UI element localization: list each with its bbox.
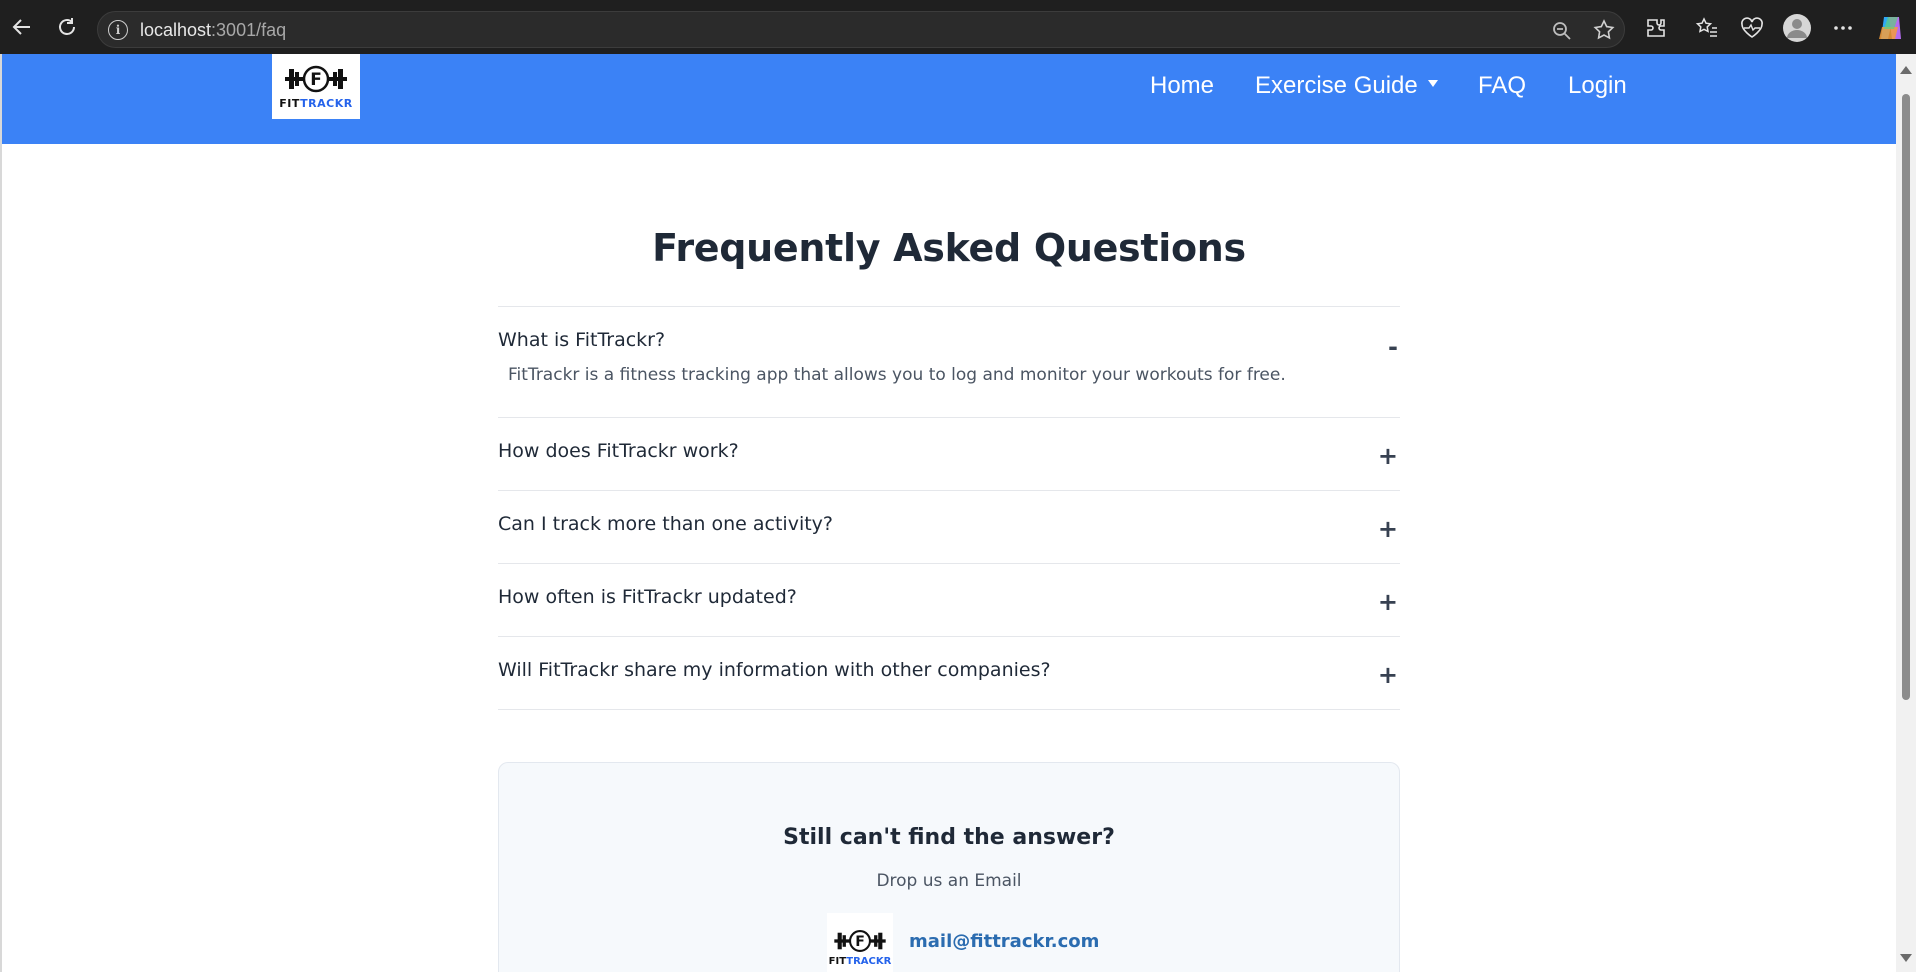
scroll-up-icon[interactable] [1900, 66, 1912, 74]
url-host: localhost [140, 20, 212, 40]
faq-question[interactable]: What is FitTrackr? [498, 307, 1400, 365]
logo-fit: FIT [279, 97, 301, 110]
logo-trackr: TRACKR [846, 955, 892, 967]
nav-login[interactable]: Login [1568, 72, 1627, 100]
browser-toolbar: i localhost:3001/faq [0, 0, 1916, 54]
faq-item[interactable]: What is FitTrackr? - FitTrackr is a fitn… [498, 306, 1400, 417]
expand-icon[interactable]: + [1378, 442, 1398, 470]
faq-answer: FitTrackr is a fitness tracking app that… [508, 365, 1286, 385]
reload-icon[interactable] [53, 13, 81, 41]
faq-question[interactable]: How does FitTrackr work? [498, 418, 1400, 490]
extensions-icon[interactable] [1643, 15, 1669, 41]
contact-title: Still can't find the answer? [783, 825, 1115, 850]
page-title: Frequently Asked Questions [652, 226, 1246, 270]
favorite-star-icon[interactable] [1592, 18, 1616, 42]
dumbbell-logo-icon: F [285, 65, 347, 93]
address-bar[interactable]: i localhost:3001/faq [97, 11, 1625, 48]
url-path: :3001/faq [211, 20, 287, 40]
faq-item[interactable]: Can I track more than one activity? + [498, 490, 1400, 563]
collapse-icon[interactable]: - [1388, 333, 1398, 361]
site-header: F FITTRACKR Home Exercise Guide FAQ Logi… [2, 54, 1896, 144]
more-icon[interactable] [1830, 15, 1856, 41]
contact-card: Still can't find the answer? Drop us an … [498, 762, 1400, 972]
logo-letter: F [310, 70, 322, 90]
faq-question[interactable]: Can I track more than one activity? [498, 491, 1400, 563]
back-icon[interactable] [8, 13, 36, 41]
profile-icon[interactable] [1782, 13, 1812, 43]
copilot-icon[interactable] [1876, 13, 1906, 43]
scrollbar-thumb[interactable] [1902, 94, 1910, 700]
faq-item[interactable]: How often is FitTrackr updated? + [498, 563, 1400, 636]
page-viewport: F FITTRACKR Home Exercise Guide FAQ Logi… [0, 54, 1896, 972]
zoom-icon[interactable] [1552, 21, 1572, 41]
expand-icon[interactable]: + [1378, 661, 1398, 689]
expand-icon[interactable]: + [1378, 588, 1398, 616]
info-icon[interactable]: i [108, 20, 128, 40]
contact-subtitle: Drop us an Email [876, 871, 1022, 891]
site-logo[interactable]: F FITTRACKR [272, 54, 360, 119]
logo-trackr: TRACKR [300, 97, 353, 110]
nav-home[interactable]: Home [1150, 72, 1214, 100]
logo-fit: FIT [828, 955, 847, 967]
expand-icon[interactable]: + [1378, 515, 1398, 543]
page-scrollbar[interactable] [1896, 54, 1916, 972]
nav-exercise-guide-label: Exercise Guide [1255, 72, 1418, 99]
logo-letter: F [855, 933, 865, 949]
faq-list: What is FitTrackr? - FitTrackr is a fitn… [498, 306, 1400, 710]
faq-item[interactable]: How does FitTrackr work? + [498, 417, 1400, 490]
logo-text: FITTRACKR [279, 97, 352, 110]
faq-question[interactable]: Will FitTrackr share my information with… [498, 637, 1400, 709]
dumbbell-logo-icon: F [834, 929, 886, 952]
faq-question[interactable]: How often is FitTrackr updated? [498, 564, 1400, 636]
scroll-down-icon[interactable] [1900, 954, 1912, 962]
email-link[interactable]: mail@fittrackr.com [909, 931, 1099, 952]
contact-logo: F FITTRACKR [827, 913, 893, 972]
health-icon[interactable] [1739, 15, 1765, 41]
faq-item[interactable]: Will FitTrackr share my information with… [498, 636, 1400, 710]
url-text: localhost:3001/faq [140, 20, 286, 41]
nav-exercise-guide[interactable]: Exercise Guide [1255, 72, 1438, 100]
nav-faq[interactable]: FAQ [1478, 72, 1526, 100]
favorites-list-icon[interactable] [1694, 15, 1720, 41]
logo-text: FITTRACKR [829, 956, 892, 967]
caret-down-icon [1427, 80, 1438, 88]
